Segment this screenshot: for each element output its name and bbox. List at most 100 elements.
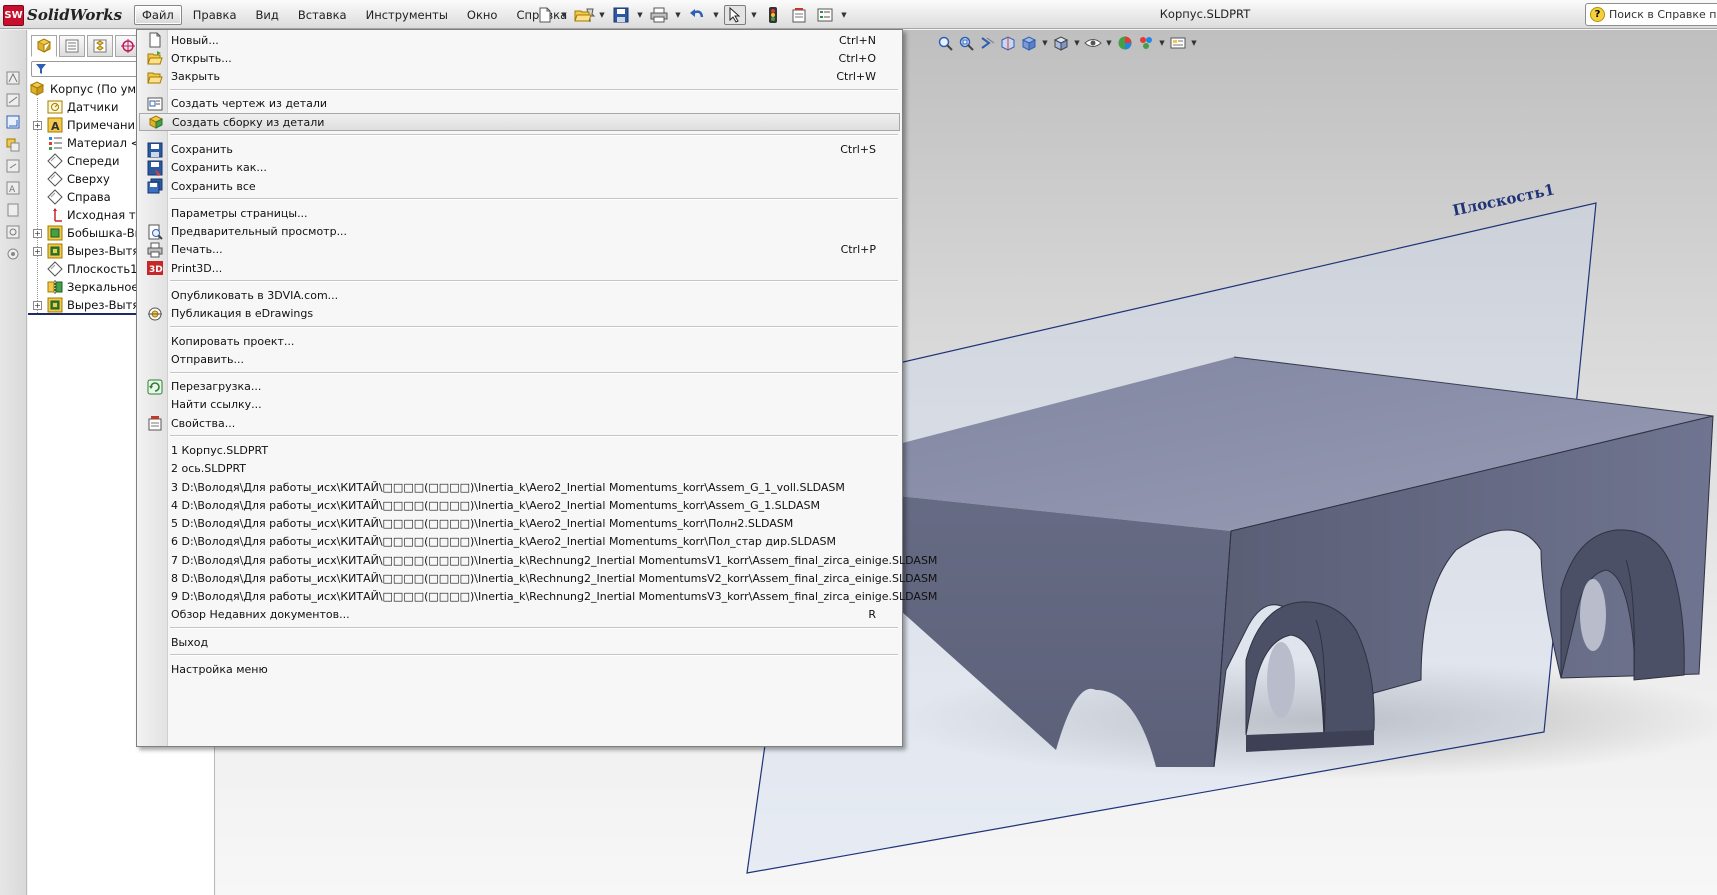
file-menu-item-7[interactable]: Сохранить Ctrl+S <box>139 140 900 158</box>
file-menu-item-9[interactable]: Сохранить все <box>139 177 900 195</box>
file-menu-item-39[interactable]: Настройка меню <box>139 660 900 678</box>
dimension-tool-icon[interactable] <box>5 92 21 108</box>
plane-icon <box>47 153 63 169</box>
file-menu-item-5[interactable]: Создать сборку из детали <box>139 113 900 132</box>
hole-tool-icon[interactable] <box>5 224 21 240</box>
select-button[interactable] <box>724 5 746 25</box>
arch-right-hole <box>1580 579 1606 651</box>
file-menu-item-12[interactable]: Предварительный просмотр... <box>139 223 900 241</box>
expand-toggle[interactable]: + <box>33 228 42 238</box>
file-menu-item-29[interactable]: 4 D:\Володя\Для работы_исх\КИТАЙ\□□□□(□□… <box>139 496 900 514</box>
file-menu-item-23[interactable]: Найти ссылку... <box>139 396 900 414</box>
file-properties-button[interactable] <box>788 5 810 25</box>
file-menu-item-19[interactable]: Копировать проект... <box>139 332 900 350</box>
make-assembly-icon <box>148 114 164 130</box>
sketch-tool-icon[interactable] <box>5 70 21 86</box>
tree-item-label: Плоскость1 <box>67 262 138 276</box>
menu-window[interactable]: Окно <box>459 5 506 25</box>
svg-text:A: A <box>51 120 60 133</box>
menu-item-label: 3 D:\Володя\Для работы_исх\КИТАЙ\□□□□(□□… <box>171 480 845 494</box>
expand-toggle[interactable]: + <box>33 120 42 130</box>
file-menu-item-31[interactable]: 6 D:\Володя\Для работы_исх\КИТАЙ\□□□□(□□… <box>139 533 900 551</box>
file-menu-item-1[interactable]: Открыть... Ctrl+O <box>139 49 900 67</box>
menu-item-label: Открыть... <box>171 51 232 65</box>
file-menu-item-37[interactable]: Выход <box>139 633 900 651</box>
print-preview-icon <box>147 224 163 240</box>
crosshair-icon <box>121 39 135 53</box>
file-menu-item-33[interactable]: 8 D:\Володя\Для работы_исх\КИТАЙ\□□□□(□□… <box>139 569 937 587</box>
options-button[interactable] <box>814 5 836 25</box>
rebuild-button[interactable] <box>762 5 784 25</box>
save-dropdown-arrow[interactable]: ▼ <box>636 5 644 25</box>
print-dropdown-arrow[interactable]: ▼ <box>674 5 682 25</box>
tab-configuration-manager[interactable] <box>87 35 113 57</box>
menu-separator <box>170 371 898 374</box>
menu-tools[interactable]: Инструменты <box>358 5 456 25</box>
plane-icon <box>47 189 63 205</box>
feature-tree-icon <box>36 38 52 53</box>
menu-view[interactable]: Вид <box>248 5 287 25</box>
menu-item-label: Перезагрузка... <box>171 380 262 394</box>
feature-tool-icon[interactable] <box>5 114 21 130</box>
file-menu-item-27[interactable]: 2 ось.SLDPRT <box>139 460 900 478</box>
file-menu-item-32[interactable]: 7 D:\Володя\Для работы_исх\КИТАЙ\□□□□(□□… <box>139 551 937 569</box>
new-document-button[interactable] <box>534 5 556 25</box>
select-dropdown-arrow[interactable]: ▼ <box>750 5 758 25</box>
configuration-manager-icon <box>93 39 107 53</box>
menu-item-shortcut: Ctrl+N <box>838 33 876 47</box>
file-menu-item-17[interactable]: Публикация в eDrawings <box>139 305 900 323</box>
annotation-tool-icon[interactable]: A <box>5 180 21 196</box>
file-menu-item-35[interactable]: Обзор Недавних документов... R <box>139 606 900 624</box>
file-menu-item-14[interactable]: 3D Print3D... <box>139 259 900 277</box>
menu-item-label: Создать сборку из детали <box>172 115 325 129</box>
menu-item-label: Сохранить <box>171 143 233 157</box>
file-menu-item-0[interactable]: Новый... Ctrl+N <box>139 31 900 49</box>
open-folder-icon <box>574 10 592 22</box>
save-as-icon <box>147 160 163 176</box>
file-menu-item-22[interactable]: Перезагрузка... <box>139 378 900 396</box>
file-menu-item-13[interactable]: Печать... Ctrl+P <box>139 241 900 259</box>
evaluate-tool-icon[interactable] <box>5 158 21 174</box>
library-tool-icon[interactable] <box>5 202 21 218</box>
undo-dropdown-arrow[interactable]: ▼ <box>712 5 720 25</box>
annotations-icon: A <box>47 117 63 133</box>
tree-item-label: Вырез-Вытян <box>67 298 147 312</box>
options-dropdown-arrow[interactable]: ▼ <box>840 5 848 25</box>
print-button[interactable] <box>648 5 670 25</box>
settings-tool-icon[interactable] <box>5 246 21 262</box>
file-menu-item-28[interactable]: 3 D:\Володя\Для работы_исх\КИТАЙ\□□□□(□□… <box>139 478 900 496</box>
expand-toggle[interactable]: + <box>33 246 42 256</box>
save-button[interactable] <box>610 5 632 25</box>
file-menu-item-20[interactable]: Отправить... <box>139 350 900 368</box>
file-menu-item-24[interactable]: Свойства... <box>139 414 900 432</box>
origin-icon <box>47 207 63 223</box>
menu-separator <box>170 654 898 657</box>
file-menu-item-16[interactable]: Опубликовать в 3DVIA.com... <box>139 286 900 304</box>
file-menu-item-26[interactable]: 1 Корпус.SLDPRT <box>139 441 900 459</box>
file-menu-item-2[interactable]: Закрыть Ctrl+W <box>139 68 900 86</box>
assembly-tool-icon[interactable] <box>5 136 21 152</box>
file-menu-item-11[interactable]: Параметры страницы... <box>139 204 900 222</box>
menu-insert[interactable]: Вставка <box>290 5 355 25</box>
new-dropdown-arrow[interactable]: ▼ <box>560 5 568 25</box>
menu-item-label: Закрыть <box>171 70 220 84</box>
menu-separator <box>170 88 898 91</box>
expand-toggle[interactable]: + <box>33 300 42 310</box>
solidworks-logo[interactable]: SW SolidWorks <box>3 4 122 26</box>
file-menu-item-4[interactable]: Создать чертеж из детали <box>139 95 900 113</box>
tab-property-manager[interactable] <box>59 35 85 57</box>
menu-file[interactable]: Файл <box>134 5 182 25</box>
save-icon <box>147 142 163 158</box>
undo-button[interactable] <box>686 5 708 25</box>
svg-text:A: A <box>9 185 16 195</box>
file-menu-item-30[interactable]: 5 D:\Володя\Для работы_исх\КИТАЙ\□□□□(□□… <box>139 514 900 532</box>
open-button[interactable] <box>572 5 594 25</box>
file-menu-item-34[interactable]: 9 D:\Володя\Для работы_исх\КИТАЙ\□□□□(□□… <box>139 587 937 605</box>
mirror-icon <box>47 279 63 295</box>
menu-edit[interactable]: Правка <box>185 5 245 25</box>
new-document-icon <box>147 32 163 48</box>
file-menu-item-8[interactable]: Сохранить как... <box>139 159 900 177</box>
tab-feature-tree[interactable] <box>31 35 57 57</box>
open-dropdown-arrow[interactable]: ▼ <box>598 5 606 25</box>
help-search-box[interactable]: ? Поиск в Справке по S <box>1585 3 1717 26</box>
